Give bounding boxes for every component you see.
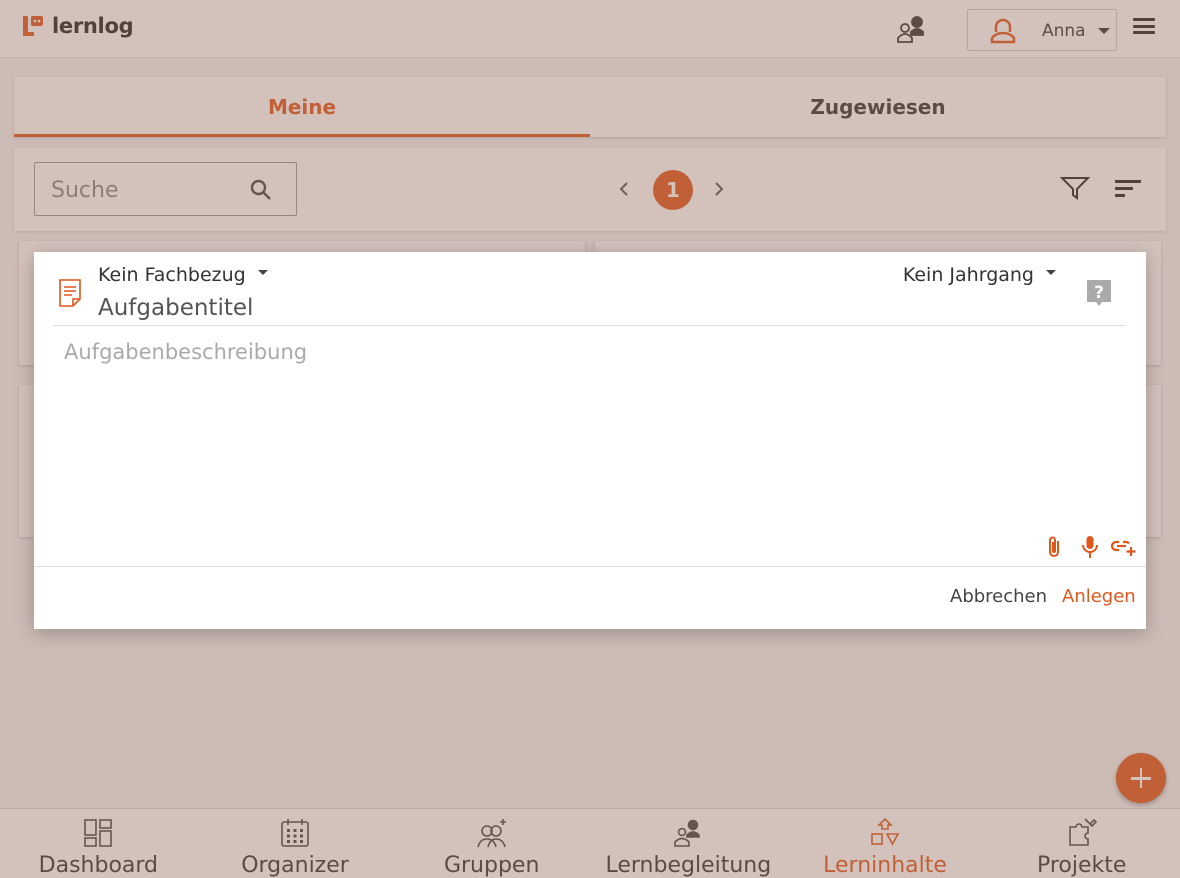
document-icon: [59, 279, 81, 307]
divider: [54, 325, 1126, 326]
grade-dropdown[interactable]: Kein Jahrgang: [903, 264, 1056, 286]
attachment-icon[interactable]: [1044, 534, 1064, 560]
microphone-icon[interactable]: [1080, 534, 1100, 560]
create-button[interactable]: Anlegen: [1062, 586, 1136, 607]
subject-label: Kein Fachbezug: [98, 264, 246, 286]
chevron-down-icon: [1046, 270, 1056, 275]
chevron-down-icon: [257, 270, 268, 275]
subject-dropdown[interactable]: Kein Fachbezug: [98, 264, 268, 286]
divider: [34, 566, 1146, 567]
add-link-icon[interactable]: [1110, 536, 1136, 558]
create-task-dialog: Kein Fachbezug Kein Jahrgang ? Abbrechen…: [34, 252, 1146, 629]
svg-text:?: ?: [1094, 283, 1104, 303]
task-description-input[interactable]: [64, 340, 1114, 520]
cancel-button[interactable]: Abbrechen: [950, 586, 1047, 607]
grade-label: Kein Jahrgang: [902, 264, 1034, 286]
help-icon[interactable]: ?: [1085, 278, 1113, 308]
task-title-input[interactable]: [98, 292, 898, 324]
